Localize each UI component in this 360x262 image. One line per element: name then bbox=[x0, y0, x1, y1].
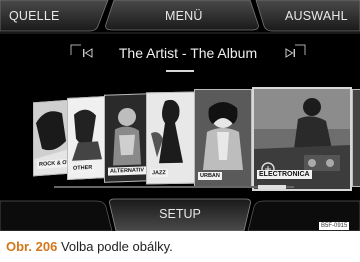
cover-label-alternative: ALTERNATIV bbox=[108, 166, 147, 176]
cover-electronica[interactable]: ELECTRONICA bbox=[252, 87, 352, 191]
figure-caption-text: Volba podle obálky. bbox=[60, 239, 173, 254]
cover-urban[interactable]: URBAN bbox=[194, 89, 252, 187]
cover-next-partial[interactable] bbox=[352, 89, 360, 187]
cover-other[interactable]: OTHER bbox=[67, 95, 107, 181]
cover-rock[interactable]: ROCK & OT bbox=[33, 99, 71, 177]
figure-number: Obr. 206 bbox=[6, 239, 58, 254]
cover-alternative[interactable]: ALTERNATIV bbox=[104, 93, 149, 183]
cover-label-other: OTHER bbox=[71, 163, 95, 173]
setup-button[interactable]: SETUP bbox=[0, 207, 360, 221]
cover-jazz[interactable]: JAZZ bbox=[146, 91, 195, 185]
cover-scroll-thumb[interactable] bbox=[258, 185, 286, 189]
figure-caption: Obr. 206 Volba podle obálky. bbox=[6, 239, 173, 254]
cover-label-urban: URBAN bbox=[198, 172, 222, 180]
infotainment-screen: QUELLE MENÜ AUSWAHL The Artist - The Alb… bbox=[0, 0, 360, 231]
cover-label-electronica: ELECTRONICA bbox=[257, 170, 312, 179]
reference-code: B5F-0915 bbox=[319, 222, 350, 230]
cover-label-jazz: JAZZ bbox=[150, 169, 168, 178]
